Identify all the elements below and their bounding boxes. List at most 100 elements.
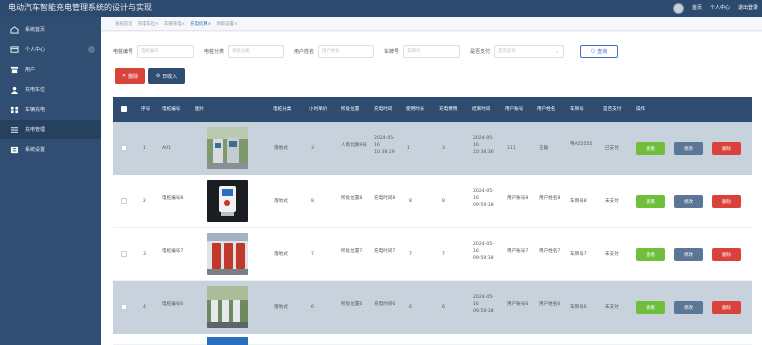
col-header: 充电费用 bbox=[439, 107, 458, 112]
charger-photo bbox=[207, 337, 248, 345]
cell-category: 落地式 bbox=[274, 305, 288, 310]
col-header: 图片 bbox=[195, 107, 205, 112]
cell-location: 人民北路9号 bbox=[341, 143, 367, 148]
paid-select[interactable]: 是否支付 ⌄ bbox=[494, 44, 565, 58]
delete-button[interactable]: 删除 bbox=[712, 301, 741, 314]
charger-photo bbox=[207, 286, 248, 328]
sidebar-item-home[interactable]: 系统首页 bbox=[0, 20, 101, 39]
table-header: 序号 电桩编号 图片 电桩分类 小时单价 所处位置 充电时间 使用时长 充电费用… bbox=[113, 97, 752, 122]
sidebar-item-charging[interactable]: 车辆充电 bbox=[0, 100, 101, 119]
link-icon: ⊘ bbox=[155, 73, 161, 79]
tab-settings[interactable]: 领取设置× bbox=[216, 21, 237, 27]
tab-bar: 系统首页 充电车位× 车辆充电× 充电结算× 领取设置× bbox=[101, 17, 762, 31]
main-content: 电桩编号 电桩编号 电桩分类 电桩分类 用户姓名 用户姓名 车牌号 车牌号 是否… bbox=[101, 32, 762, 345]
row-checkbox[interactable] bbox=[121, 145, 127, 151]
cell-account: 用户账号6 bbox=[507, 302, 529, 307]
daily-income-label: 日收入 bbox=[162, 73, 178, 80]
table-row: 1 A01 落地式 3 人民北路9号 2024-05-16 10:38:19 1… bbox=[113, 122, 752, 175]
row-checkbox[interactable] bbox=[121, 251, 127, 257]
search-button[interactable]: ○ 查询 bbox=[580, 44, 619, 58]
cell-price: 3 bbox=[311, 146, 314, 151]
row-checkbox[interactable] bbox=[121, 304, 127, 310]
sidebar: 系统首页 个人中心 用户 充电车位 车辆充电 充电管理 系统设置 bbox=[0, 17, 101, 345]
cell-code: A01 bbox=[162, 146, 171, 151]
filter-label-paid: 是否支付 bbox=[470, 48, 491, 55]
cell-paid: 未支付 bbox=[605, 305, 619, 310]
paid-select-value: 是否支付 bbox=[498, 48, 516, 54]
cell-charge-time: 2024-05-16 10:38:19 bbox=[374, 136, 395, 155]
sidebar-item-parking[interactable]: 充电车位 bbox=[0, 80, 101, 99]
cell-account: 111 bbox=[507, 146, 516, 151]
select-all-checkbox[interactable] bbox=[121, 106, 127, 112]
cell-category-text: 落地式 bbox=[274, 146, 288, 151]
col-header: 结束时间 bbox=[472, 107, 491, 112]
logout-link[interactable]: 退出登录 bbox=[738, 2, 758, 14]
col-header: 车牌号 bbox=[570, 107, 584, 112]
row-checkbox[interactable] bbox=[121, 198, 127, 204]
cell-fee: 6 bbox=[442, 305, 445, 310]
cell-fee: 7 bbox=[442, 252, 445, 257]
cell-end-time: 2024-05-16 09:59:38 bbox=[473, 295, 494, 314]
close-icon: ✕ bbox=[121, 73, 127, 79]
cell-paid: 未支付 bbox=[605, 252, 619, 257]
avatar[interactable] bbox=[672, 2, 684, 14]
sidebar-item-settings[interactable]: 系统设置 bbox=[0, 140, 101, 159]
table-row: 3 电桩编号7 落地式 7 所处位置7 充电时间7 7 7 2024-05-16… bbox=[113, 228, 752, 281]
tab-parking[interactable]: 充电车位× bbox=[138, 21, 159, 27]
col-header: 充电时间 bbox=[374, 107, 393, 112]
tab-charging[interactable]: 车辆充电× bbox=[164, 21, 185, 27]
delete-button[interactable]: 删除 bbox=[712, 248, 741, 261]
user-name-input[interactable]: 用户姓名 bbox=[318, 44, 375, 58]
edit-button[interactable]: 修改 bbox=[674, 248, 703, 261]
cell-paid: 未支付 bbox=[605, 199, 619, 204]
cell-no: 1 bbox=[143, 146, 146, 151]
profile-link[interactable]: 个人中心 bbox=[710, 2, 730, 14]
table-row: 2 电桩编号8 落地式 8 所处位置8 充电时间8 8 8 2024-05-16… bbox=[113, 175, 752, 228]
sidebar-item-manage[interactable]: 充电管理 bbox=[0, 120, 101, 139]
daily-income-button[interactable]: ⊘ 日收入 bbox=[148, 68, 185, 84]
view-button[interactable]: 查看 bbox=[636, 301, 665, 314]
cell-code: 电桩编号8 bbox=[162, 196, 184, 201]
search-button-label: 查询 bbox=[597, 48, 608, 55]
view-button[interactable]: 查看 bbox=[636, 195, 665, 208]
view-button[interactable]: 查看 bbox=[636, 248, 665, 261]
number-input[interactable]: 电桩编号 bbox=[137, 44, 195, 58]
col-header: 电桩编号 bbox=[162, 107, 181, 112]
cell-charge-time: 充电时间8 bbox=[374, 196, 396, 201]
sidebar-item-label: 个人中心 bbox=[25, 47, 46, 53]
delete-button[interactable]: 删除 bbox=[712, 195, 741, 208]
view-button[interactable]: 查看 bbox=[636, 142, 665, 155]
col-header: 使用时长 bbox=[406, 107, 425, 112]
top-bar: 电动汽车智能充电管理系统的设计与实现 首页 个人中心 退出登录 bbox=[0, 0, 762, 17]
cell-category: 落地式 bbox=[274, 145, 288, 152]
sidebar-item-user[interactable]: 用户 bbox=[0, 60, 101, 79]
cell-duration: 7 bbox=[409, 252, 412, 257]
cell-code: 电桩编号7 bbox=[162, 249, 184, 254]
category-input[interactable]: 电桩分类 bbox=[228, 44, 285, 58]
charger-image-icon bbox=[207, 233, 248, 275]
plate-input[interactable]: 车牌号 bbox=[403, 44, 461, 58]
home-link[interactable]: 首页 bbox=[692, 2, 702, 14]
sidebar-item-profile[interactable]: 个人中心 bbox=[0, 40, 101, 59]
cell-plate: 车牌号6 bbox=[570, 305, 587, 310]
monitor-icon bbox=[10, 45, 19, 53]
delete-button[interactable]: 删除 bbox=[712, 142, 741, 155]
cell-end-time: 2024-05-16 10:38:36 bbox=[473, 136, 494, 155]
tab-home[interactable]: 系统首页 bbox=[115, 21, 133, 27]
cell-user-name: 用户姓名7 bbox=[539, 249, 561, 254]
sidebar-item-label: 系统设置 bbox=[25, 147, 46, 153]
list-icon bbox=[10, 126, 19, 133]
cell-price: 7 bbox=[311, 252, 314, 257]
edit-button[interactable]: 修改 bbox=[674, 301, 703, 314]
tab-settlement[interactable]: 充电结算× bbox=[190, 21, 211, 27]
cell-plate: 车牌号7 bbox=[570, 252, 587, 257]
edit-button[interactable]: 修改 bbox=[674, 195, 703, 208]
user-icon bbox=[10, 66, 19, 73]
edit-button[interactable]: 修改 bbox=[674, 142, 703, 155]
filter-label-category: 电桩分类 bbox=[204, 48, 225, 55]
batch-delete-button[interactable]: ✕ 删除 bbox=[115, 68, 145, 84]
cell-duration: 6 bbox=[409, 305, 412, 310]
settings-icon bbox=[10, 146, 19, 153]
table-row bbox=[113, 334, 752, 345]
col-header: 所处位置 bbox=[341, 107, 360, 112]
